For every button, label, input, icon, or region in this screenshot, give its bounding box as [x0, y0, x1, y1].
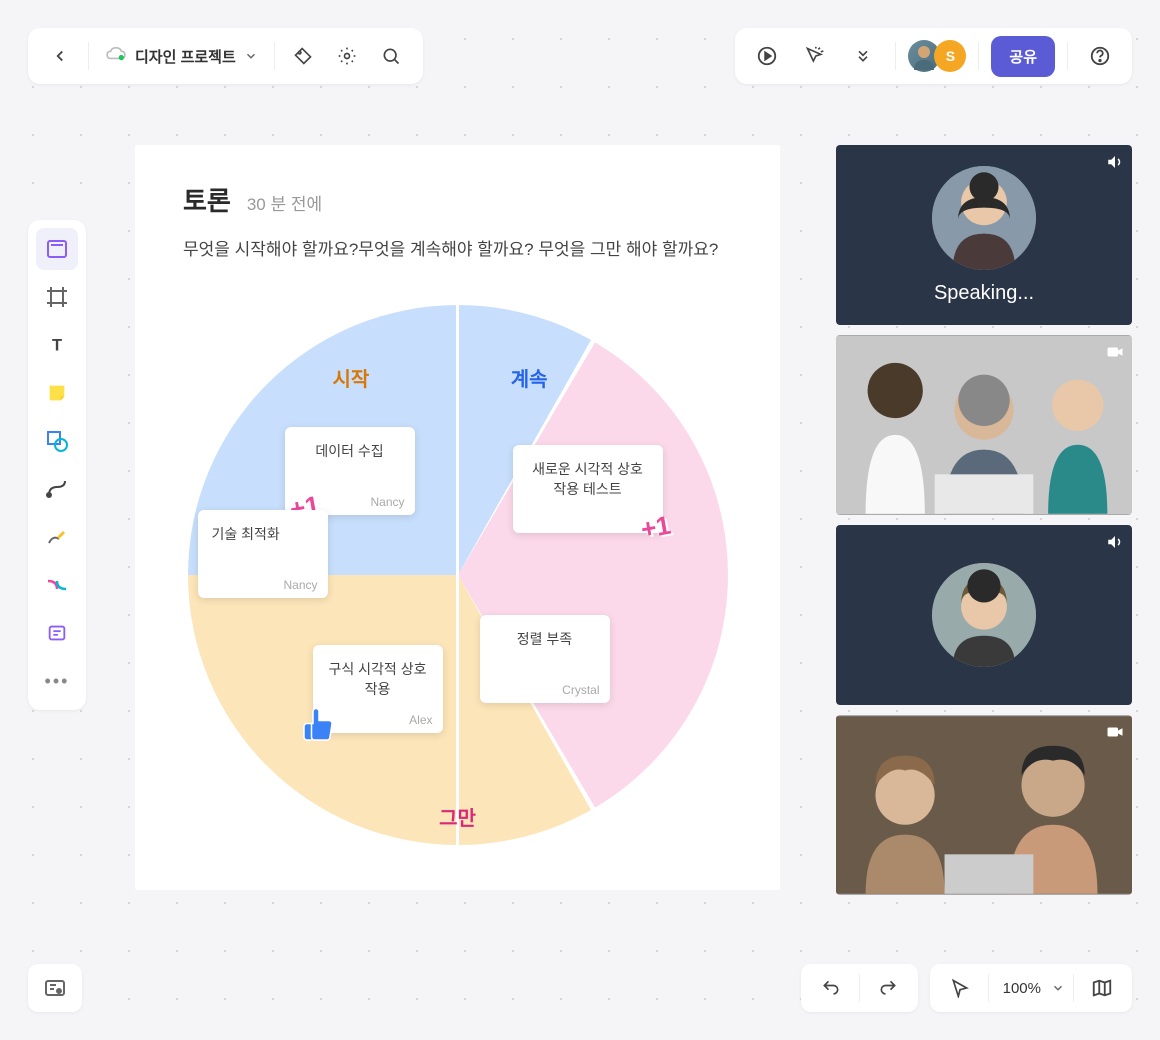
tool-template[interactable]	[36, 228, 78, 270]
zoom-level[interactable]: 100%	[997, 980, 1047, 997]
undo-button[interactable]	[811, 968, 851, 1008]
video-frame-image	[836, 335, 1132, 515]
tag-button[interactable]	[283, 36, 323, 76]
avatar-user2[interactable]: S	[934, 40, 966, 72]
left-toolbar: T •••	[28, 220, 86, 710]
divider	[895, 42, 896, 70]
chevron-down-icon[interactable]	[1051, 981, 1065, 995]
sticky-text: 새로운 시각적 상호 작용 테스트	[532, 461, 643, 497]
divider	[978, 42, 979, 70]
help-button[interactable]	[1080, 36, 1120, 76]
canvas-header: 토론 30 분 전에	[183, 181, 732, 218]
minimap-button[interactable]	[28, 964, 82, 1012]
plus-one-badge: +1	[638, 510, 673, 546]
canvas-title: 토론	[183, 181, 231, 218]
video-column: Speaking...	[836, 145, 1132, 895]
divider	[988, 974, 989, 1002]
video-tile[interactable]	[836, 335, 1132, 515]
sticky-text: 구식 시각적 상호 작용	[329, 661, 427, 697]
sticky-note[interactable]: 구식 시각적 상호 작용 Alex	[313, 645, 443, 733]
undo-redo-bar	[801, 964, 918, 1012]
tool-card[interactable]	[36, 612, 78, 654]
sticky-text: 데이터 수집	[315, 443, 383, 459]
topbar-left: 디자인 프로젝트	[28, 28, 423, 84]
tool-text[interactable]: T	[36, 324, 78, 366]
camera-icon	[1106, 723, 1124, 746]
sticky-author: Alex	[409, 713, 432, 727]
divider	[274, 42, 275, 70]
search-button[interactable]	[371, 36, 411, 76]
thumbs-up-icon	[301, 707, 337, 751]
divider	[88, 42, 89, 70]
canvas-question: 무엇을 시작해야 할까요?무엇을 계속해야 할까요? 무엇을 그만 해야 할까요…	[183, 236, 732, 265]
play-button[interactable]	[747, 36, 787, 76]
sticky-author: Nancy	[283, 578, 317, 592]
divider	[1067, 42, 1068, 70]
settings-button[interactable]	[327, 36, 367, 76]
share-button[interactable]: 공유	[991, 36, 1055, 77]
cursor-button[interactable]	[940, 968, 980, 1008]
sticky-note[interactable]: 데이터 수집 Nancy +1	[285, 427, 415, 515]
zoom-bar: 100%	[930, 964, 1132, 1012]
wheel-diagram: 시작 계속 그만 데이터 수집 Nancy +1 기술 최적화 Nancy 새로…	[188, 305, 728, 845]
tool-shape[interactable]	[36, 420, 78, 462]
video-tile[interactable]	[836, 525, 1132, 705]
sticky-author: Crystal	[562, 683, 599, 697]
video-frame-image	[836, 715, 1132, 895]
sticky-text: 정렬 부족	[517, 631, 572, 647]
bottom-right-controls: 100%	[801, 964, 1132, 1012]
project-name-label: 디자인 프로젝트	[135, 46, 236, 67]
back-button[interactable]	[40, 36, 80, 76]
divider	[859, 974, 860, 1002]
redo-button[interactable]	[868, 968, 908, 1008]
tool-connector[interactable]	[36, 564, 78, 606]
divider	[1073, 974, 1074, 1002]
tool-sticky[interactable]	[36, 372, 78, 414]
sticky-note[interactable]: 기술 최적화 Nancy	[198, 510, 328, 598]
wheel-label-start: 시작	[333, 363, 370, 392]
map-button[interactable]	[1082, 968, 1122, 1008]
canvas-timestamp: 30 분 전에	[247, 190, 322, 215]
sticky-text: 기술 최적화	[212, 526, 280, 542]
wheel-label-continue: 계속	[511, 363, 548, 392]
main-canvas-card[interactable]: 토론 30 분 전에 무엇을 시작해야 할까요?무엇을 계속해야 할까요? 무엇…	[135, 145, 780, 890]
tool-arrow[interactable]	[36, 468, 78, 510]
tool-more[interactable]: •••	[36, 660, 78, 702]
video-tile[interactable]	[836, 715, 1132, 895]
collapse-button[interactable]	[843, 36, 883, 76]
camera-icon	[1106, 343, 1124, 366]
chevron-down-icon	[244, 49, 258, 63]
svg-text:T: T	[52, 337, 62, 355]
tool-frame[interactable]	[36, 276, 78, 318]
pointer-button[interactable]	[795, 36, 835, 76]
avatar-group[interactable]: S	[908, 40, 966, 72]
topbar-right: S 공유	[735, 28, 1132, 84]
speaker-icon	[1106, 153, 1124, 176]
sticky-note[interactable]: 정렬 부족 Crystal	[480, 615, 610, 703]
speaking-label: Speaking...	[934, 282, 1034, 305]
project-selector[interactable]: 디자인 프로젝트	[97, 46, 266, 67]
tool-pen[interactable]	[36, 516, 78, 558]
speaker-icon	[1106, 533, 1124, 556]
participant-avatar	[932, 166, 1036, 270]
participant-avatar	[932, 563, 1036, 667]
more-dots-icon: •••	[45, 671, 70, 692]
wheel-label-stop: 그만	[439, 802, 476, 831]
cloud-icon	[105, 46, 127, 66]
sticky-note[interactable]: 새로운 시각적 상호 작용 테스트 +1	[513, 445, 663, 533]
sticky-author: Nancy	[370, 495, 404, 509]
video-tile-speaking[interactable]: Speaking...	[836, 145, 1132, 325]
